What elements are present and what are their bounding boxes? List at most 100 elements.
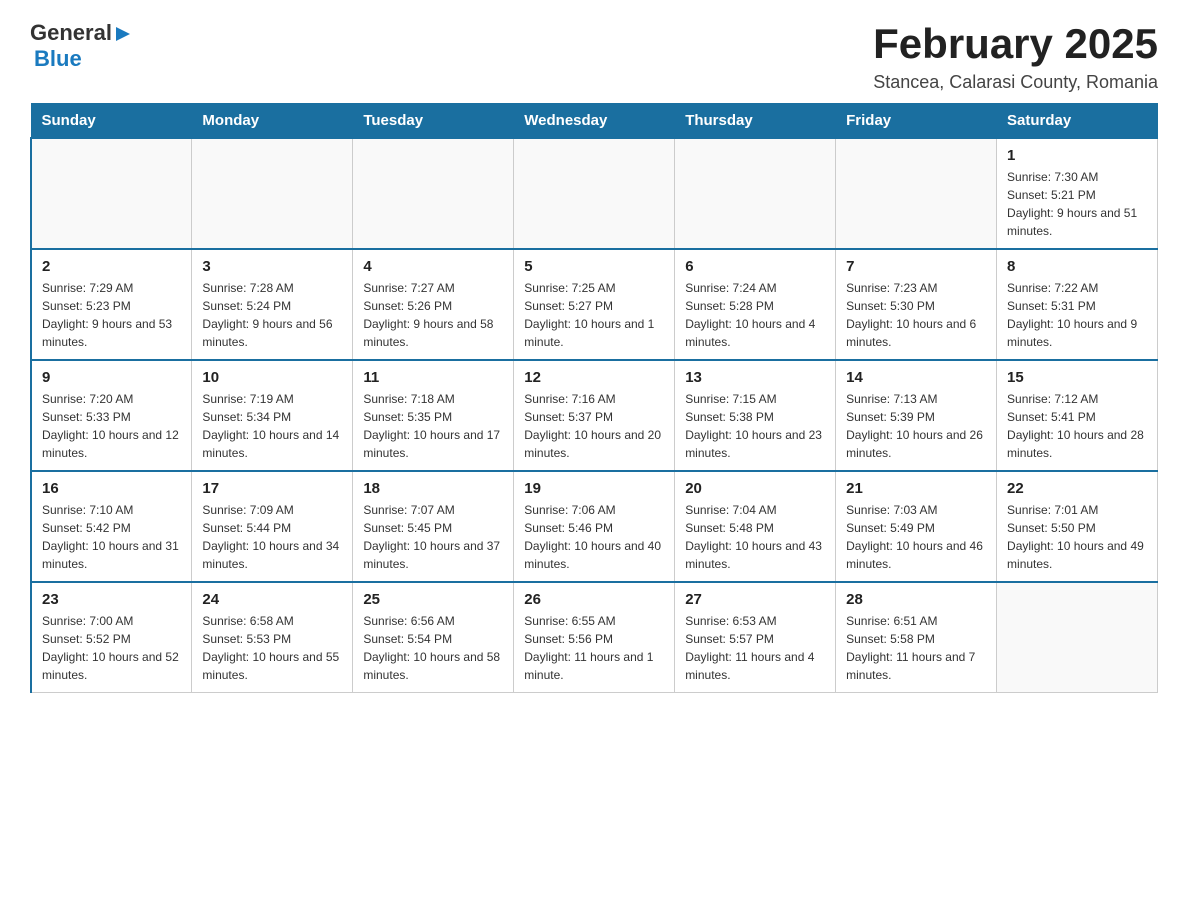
page-subtitle: Stancea, Calarasi County, Romania — [873, 72, 1158, 93]
calendar-week-row: 2 Sunrise: 7:29 AMSunset: 5:23 PMDaylight… — [31, 249, 1158, 360]
calendar-header-sunday: Sunday — [31, 104, 192, 139]
day-number: 19 — [524, 480, 664, 497]
calendar-cell: 15 Sunrise: 7:12 AMSunset: 5:41 PMDayligh… — [997, 360, 1158, 471]
calendar-table: SundayMondayTuesdayWednesdayThursdayFrid… — [30, 103, 1158, 693]
day-info: Sunrise: 7:06 AMSunset: 5:46 PMDaylight:… — [524, 501, 664, 573]
logo-arrow-icon — [114, 25, 132, 43]
title-block: February 2025 Stancea, Calarasi County, … — [873, 20, 1158, 93]
day-info: Sunrise: 6:51 AMSunset: 5:58 PMDaylight:… — [846, 612, 986, 684]
calendar-cell — [514, 138, 675, 249]
calendar-cell: 21 Sunrise: 7:03 AMSunset: 5:49 PMDayligh… — [836, 471, 997, 582]
calendar-cell: 25Sunrise: 6:56 AMSunset: 5:54 PMDayligh… — [353, 582, 514, 693]
calendar-cell: 4Sunrise: 7:27 AMSunset: 5:26 PMDaylight… — [353, 249, 514, 360]
calendar-cell: 22 Sunrise: 7:01 AMSunset: 5:50 PMDayligh… — [997, 471, 1158, 582]
calendar-cell: 11 Sunrise: 7:18 AMSunset: 5:35 PMDayligh… — [353, 360, 514, 471]
calendar-week-row: 9 Sunrise: 7:20 AMSunset: 5:33 PMDaylight… — [31, 360, 1158, 471]
day-info: Sunrise: 7:07 AMSunset: 5:45 PMDaylight:… — [363, 501, 503, 573]
calendar-cell — [192, 138, 353, 249]
day-number: 20 — [685, 480, 825, 497]
day-info: Sunrise: 7:24 AMSunset: 5:28 PMDaylight:… — [685, 279, 825, 351]
day-number: 23 — [42, 591, 181, 608]
calendar-cell: 14 Sunrise: 7:13 AMSunset: 5:39 PMDayligh… — [836, 360, 997, 471]
day-number: 8 — [1007, 258, 1147, 275]
day-number: 27 — [685, 591, 825, 608]
day-info: Sunrise: 7:15 AMSunset: 5:38 PMDaylight:… — [685, 390, 825, 462]
calendar-cell: 27 Sunrise: 6:53 AMSunset: 5:57 PMDayligh… — [675, 582, 836, 693]
calendar-cell: 2 Sunrise: 7:29 AMSunset: 5:23 PMDaylight… — [31, 249, 192, 360]
day-number: 6 — [685, 258, 825, 275]
logo-blue-text: Blue — [34, 46, 82, 72]
calendar-header-monday: Monday — [192, 104, 353, 139]
calendar-cell: 28 Sunrise: 6:51 AMSunset: 5:58 PMDayligh… — [836, 582, 997, 693]
calendar-cell — [836, 138, 997, 249]
day-info: Sunrise: 7:09 AMSunset: 5:44 PMDaylight:… — [202, 501, 342, 573]
logo: General Blue — [30, 20, 132, 72]
day-info: Sunrise: 7:28 AMSunset: 5:24 PMDaylight:… — [202, 279, 342, 351]
day-number: 10 — [202, 369, 342, 386]
calendar-cell: 1Sunrise: 7:30 AMSunset: 5:21 PMDaylight… — [997, 138, 1158, 249]
calendar-header-friday: Friday — [836, 104, 997, 139]
calendar-cell: 26 Sunrise: 6:55 AMSunset: 5:56 PMDayligh… — [514, 582, 675, 693]
day-info: Sunrise: 6:58 AMSunset: 5:53 PMDaylight:… — [202, 612, 342, 684]
calendar-header-thursday: Thursday — [675, 104, 836, 139]
day-info: Sunrise: 6:56 AMSunset: 5:54 PMDaylight:… — [363, 612, 503, 684]
day-number: 11 — [363, 369, 503, 386]
calendar-header-tuesday: Tuesday — [353, 104, 514, 139]
day-info: Sunrise: 7:13 AMSunset: 5:39 PMDaylight:… — [846, 390, 986, 462]
calendar-week-row: 1Sunrise: 7:30 AMSunset: 5:21 PMDaylight… — [31, 138, 1158, 249]
calendar-cell: 7Sunrise: 7:23 AMSunset: 5:30 PMDaylight… — [836, 249, 997, 360]
calendar-cell: 3 Sunrise: 7:28 AMSunset: 5:24 PMDaylight… — [192, 249, 353, 360]
day-number: 9 — [42, 369, 181, 386]
day-number: 3 — [202, 258, 342, 275]
calendar-cell: 24 Sunrise: 6:58 AMSunset: 5:53 PMDayligh… — [192, 582, 353, 693]
day-info: Sunrise: 7:12 AMSunset: 5:41 PMDaylight:… — [1007, 390, 1147, 462]
day-info: Sunrise: 6:55 AMSunset: 5:56 PMDaylight:… — [524, 612, 664, 684]
day-number: 22 — [1007, 480, 1147, 497]
day-info: Sunrise: 7:04 AMSunset: 5:48 PMDaylight:… — [685, 501, 825, 573]
calendar-cell: 18Sunrise: 7:07 AMSunset: 5:45 PMDayligh… — [353, 471, 514, 582]
day-info: Sunrise: 7:29 AMSunset: 5:23 PMDaylight:… — [42, 279, 181, 351]
day-number: 14 — [846, 369, 986, 386]
day-number: 21 — [846, 480, 986, 497]
calendar-cell — [31, 138, 192, 249]
calendar-header-wednesday: Wednesday — [514, 104, 675, 139]
day-info: Sunrise: 7:00 AMSunset: 5:52 PMDaylight:… — [42, 612, 181, 684]
calendar-header-saturday: Saturday — [997, 104, 1158, 139]
day-number: 26 — [524, 591, 664, 608]
day-info: Sunrise: 7:23 AMSunset: 5:30 PMDaylight:… — [846, 279, 986, 351]
day-number: 15 — [1007, 369, 1147, 386]
day-number: 5 — [524, 258, 664, 275]
logo-general-text: General — [30, 20, 112, 46]
day-number: 16 — [42, 480, 181, 497]
day-info: Sunrise: 6:53 AMSunset: 5:57 PMDaylight:… — [685, 612, 825, 684]
calendar-cell: 10 Sunrise: 7:19 AMSunset: 5:34 PMDayligh… — [192, 360, 353, 471]
calendar-week-row: 23 Sunrise: 7:00 AMSunset: 5:52 PMDayligh… — [31, 582, 1158, 693]
day-info: Sunrise: 7:30 AMSunset: 5:21 PMDaylight:… — [1007, 168, 1147, 240]
day-info: Sunrise: 7:10 AMSunset: 5:42 PMDaylight:… — [42, 501, 181, 573]
day-info: Sunrise: 7:16 AMSunset: 5:37 PMDaylight:… — [524, 390, 664, 462]
day-info: Sunrise: 7:19 AMSunset: 5:34 PMDaylight:… — [202, 390, 342, 462]
calendar-cell: 8 Sunrise: 7:22 AMSunset: 5:31 PMDaylight… — [997, 249, 1158, 360]
day-info: Sunrise: 7:03 AMSunset: 5:49 PMDaylight:… — [846, 501, 986, 573]
day-info: Sunrise: 7:22 AMSunset: 5:31 PMDaylight:… — [1007, 279, 1147, 351]
day-info: Sunrise: 7:01 AMSunset: 5:50 PMDaylight:… — [1007, 501, 1147, 573]
day-number: 2 — [42, 258, 181, 275]
page-header: General Blue February 2025 Stancea, Cala… — [30, 20, 1158, 93]
calendar-cell: 12Sunrise: 7:16 AMSunset: 5:37 PMDayligh… — [514, 360, 675, 471]
calendar-cell — [353, 138, 514, 249]
day-info: Sunrise: 7:25 AMSunset: 5:27 PMDaylight:… — [524, 279, 664, 351]
day-info: Sunrise: 7:27 AMSunset: 5:26 PMDaylight:… — [363, 279, 503, 351]
calendar-cell: 19 Sunrise: 7:06 AMSunset: 5:46 PMDayligh… — [514, 471, 675, 582]
calendar-cell: 6 Sunrise: 7:24 AMSunset: 5:28 PMDaylight… — [675, 249, 836, 360]
calendar-cell: 9 Sunrise: 7:20 AMSunset: 5:33 PMDaylight… — [31, 360, 192, 471]
calendar-cell: 16 Sunrise: 7:10 AMSunset: 5:42 PMDayligh… — [31, 471, 192, 582]
calendar-week-row: 16 Sunrise: 7:10 AMSunset: 5:42 PMDayligh… — [31, 471, 1158, 582]
calendar-cell: 17Sunrise: 7:09 AMSunset: 5:44 PMDayligh… — [192, 471, 353, 582]
day-info: Sunrise: 7:18 AMSunset: 5:35 PMDaylight:… — [363, 390, 503, 462]
day-number: 24 — [202, 591, 342, 608]
calendar-cell: 20 Sunrise: 7:04 AMSunset: 5:48 PMDayligh… — [675, 471, 836, 582]
day-info: Sunrise: 7:20 AMSunset: 5:33 PMDaylight:… — [42, 390, 181, 462]
calendar-cell: 23 Sunrise: 7:00 AMSunset: 5:52 PMDayligh… — [31, 582, 192, 693]
calendar-cell: 13Sunrise: 7:15 AMSunset: 5:38 PMDayligh… — [675, 360, 836, 471]
day-number: 28 — [846, 591, 986, 608]
